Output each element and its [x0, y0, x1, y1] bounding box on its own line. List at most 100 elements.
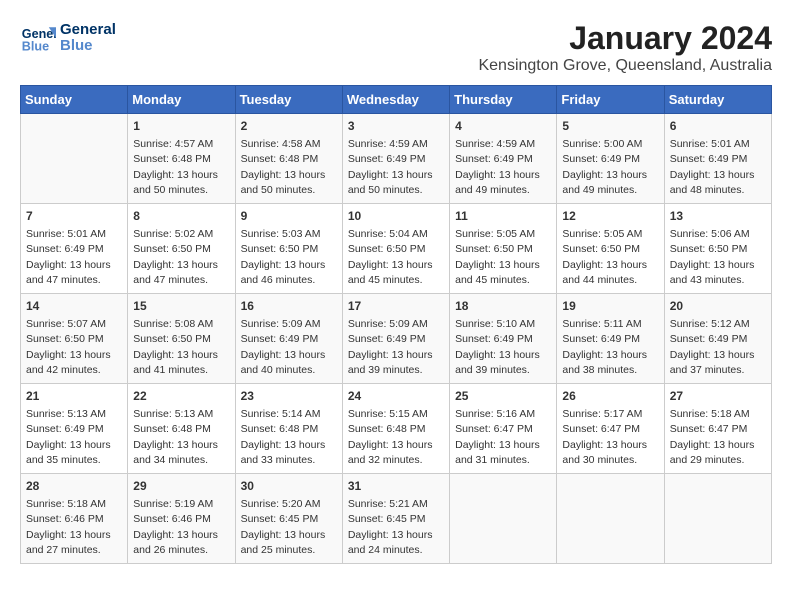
day-number: 28 — [26, 478, 122, 495]
weekday-header-wednesday: Wednesday — [342, 86, 449, 114]
calendar-cell: 25 Sunrise: 5:16 AMSunset: 6:47 PMDayligh… — [450, 384, 557, 474]
day-info: Sunrise: 5:11 AMSunset: 6:49 PMDaylight:… — [562, 318, 647, 376]
day-number: 20 — [670, 298, 766, 315]
day-number: 7 — [26, 208, 122, 225]
day-number: 12 — [562, 208, 658, 225]
weekday-header-friday: Friday — [557, 86, 664, 114]
logo: General Blue General Blue — [20, 20, 116, 56]
day-number: 5 — [562, 118, 658, 135]
day-info: Sunrise: 5:17 AMSunset: 6:47 PMDaylight:… — [562, 408, 647, 466]
logo-line1: General — [60, 22, 116, 39]
day-number: 2 — [241, 118, 337, 135]
day-info: Sunrise: 5:18 AMSunset: 6:46 PMDaylight:… — [26, 498, 111, 556]
day-info: Sunrise: 5:13 AMSunset: 6:49 PMDaylight:… — [26, 408, 111, 466]
day-number: 1 — [133, 118, 229, 135]
calendar-cell: 31 Sunrise: 5:21 AMSunset: 6:45 PMDayligh… — [342, 474, 449, 564]
day-info: Sunrise: 5:08 AMSunset: 6:50 PMDaylight:… — [133, 318, 218, 376]
weekday-header-tuesday: Tuesday — [235, 86, 342, 114]
day-number: 16 — [241, 298, 337, 315]
calendar-cell: 17Sunrise: 5:09 AMSunset: 6:49 PMDayligh… — [342, 294, 449, 384]
day-number: 19 — [562, 298, 658, 315]
calendar-cell — [664, 474, 771, 564]
day-number: 8 — [133, 208, 229, 225]
calendar-cell: 28 Sunrise: 5:18 AMSunset: 6:46 PMDayligh… — [21, 474, 128, 564]
day-info: Sunrise: 5:18 AMSunset: 6:47 PMDaylight:… — [670, 408, 755, 466]
day-number: 24 — [348, 388, 444, 405]
day-number: 11 — [455, 208, 551, 225]
day-info: Sunrise: 5:01 AMSunset: 6:49 PMDaylight:… — [26, 228, 111, 286]
calendar-body: 1 Sunrise: 4:57 AMSunset: 6:48 PMDaylight… — [21, 114, 772, 564]
day-number: 14 — [26, 298, 122, 315]
day-info: Sunrise: 4:59 AMSunset: 6:49 PMDaylight:… — [348, 138, 433, 196]
day-number: 15 — [133, 298, 229, 315]
calendar-week-1: 1 Sunrise: 4:57 AMSunset: 6:48 PMDaylight… — [21, 114, 772, 204]
day-number: 22 — [133, 388, 229, 405]
logo-line2: Blue — [60, 38, 116, 55]
calendar-week-4: 21 Sunrise: 5:13 AMSunset: 6:49 PMDayligh… — [21, 384, 772, 474]
day-info: Sunrise: 5:02 AMSunset: 6:50 PMDaylight:… — [133, 228, 218, 286]
day-info: Sunrise: 4:57 AMSunset: 6:48 PMDaylight:… — [133, 138, 218, 196]
day-info: Sunrise: 5:14 AMSunset: 6:48 PMDaylight:… — [241, 408, 326, 466]
calendar-cell: 22 Sunrise: 5:13 AMSunset: 6:48 PMDayligh… — [128, 384, 235, 474]
day-number: 10 — [348, 208, 444, 225]
calendar-cell: 26 Sunrise: 5:17 AMSunset: 6:47 PMDayligh… — [557, 384, 664, 474]
day-number: 17 — [348, 298, 444, 315]
day-info: Sunrise: 5:19 AMSunset: 6:46 PMDaylight:… — [133, 498, 218, 556]
day-number: 3 — [348, 118, 444, 135]
day-info: Sunrise: 5:00 AMSunset: 6:49 PMDaylight:… — [562, 138, 647, 196]
day-number: 9 — [241, 208, 337, 225]
day-number: 31 — [348, 478, 444, 495]
day-info: Sunrise: 5:05 AMSunset: 6:50 PMDaylight:… — [562, 228, 647, 286]
day-info: Sunrise: 5:20 AMSunset: 6:45 PMDaylight:… — [241, 498, 326, 556]
calendar-cell: 9 Sunrise: 5:03 AMSunset: 6:50 PMDaylight… — [235, 204, 342, 294]
day-number: 23 — [241, 388, 337, 405]
calendar-week-2: 7 Sunrise: 5:01 AMSunset: 6:49 PMDaylight… — [21, 204, 772, 294]
calendar-cell: 19 Sunrise: 5:11 AMSunset: 6:49 PMDayligh… — [557, 294, 664, 384]
weekday-header-saturday: Saturday — [664, 86, 771, 114]
day-info: Sunrise: 5:04 AMSunset: 6:50 PMDaylight:… — [348, 228, 433, 286]
day-number: 29 — [133, 478, 229, 495]
calendar-cell: 21 Sunrise: 5:13 AMSunset: 6:49 PMDayligh… — [21, 384, 128, 474]
calendar-cell: 16 Sunrise: 5:09 AMSunset: 6:49 PMDayligh… — [235, 294, 342, 384]
calendar-cell: 23 Sunrise: 5:14 AMSunset: 6:48 PMDayligh… — [235, 384, 342, 474]
day-number: 27 — [670, 388, 766, 405]
day-info: Sunrise: 5:13 AMSunset: 6:48 PMDaylight:… — [133, 408, 218, 466]
day-info: Sunrise: 5:05 AMSunset: 6:50 PMDaylight:… — [455, 228, 540, 286]
day-number: 18 — [455, 298, 551, 315]
logo-icon: General Blue — [20, 20, 56, 56]
calendar-cell: 24Sunrise: 5:15 AMSunset: 6:48 PMDayligh… — [342, 384, 449, 474]
day-info: Sunrise: 5:21 AMSunset: 6:45 PMDaylight:… — [348, 498, 433, 556]
calendar-cell: 4Sunrise: 4:59 AMSunset: 6:49 PMDaylight… — [450, 114, 557, 204]
day-number: 4 — [455, 118, 551, 135]
day-number: 21 — [26, 388, 122, 405]
day-number: 30 — [241, 478, 337, 495]
weekday-header-monday: Monday — [128, 86, 235, 114]
calendar-table: SundayMondayTuesdayWednesdayThursdayFrid… — [20, 85, 772, 564]
calendar-header-row: SundayMondayTuesdayWednesdayThursdayFrid… — [21, 86, 772, 114]
day-number: 13 — [670, 208, 766, 225]
day-info: Sunrise: 5:16 AMSunset: 6:47 PMDaylight:… — [455, 408, 540, 466]
calendar-cell: 29 Sunrise: 5:19 AMSunset: 6:46 PMDayligh… — [128, 474, 235, 564]
day-number: 26 — [562, 388, 658, 405]
calendar-cell: 5 Sunrise: 5:00 AMSunset: 6:49 PMDaylight… — [557, 114, 664, 204]
day-number: 6 — [670, 118, 766, 135]
calendar-cell: 3 Sunrise: 4:59 AMSunset: 6:49 PMDaylight… — [342, 114, 449, 204]
calendar-cell: 13Sunrise: 5:06 AMSunset: 6:50 PMDayligh… — [664, 204, 771, 294]
calendar-cell — [21, 114, 128, 204]
calendar-cell: 11 Sunrise: 5:05 AMSunset: 6:50 PMDayligh… — [450, 204, 557, 294]
calendar-cell — [557, 474, 664, 564]
day-info: Sunrise: 5:09 AMSunset: 6:49 PMDaylight:… — [241, 318, 326, 376]
calendar-cell: 18 Sunrise: 5:10 AMSunset: 6:49 PMDayligh… — [450, 294, 557, 384]
main-title: January 2024 — [478, 20, 772, 57]
day-info: Sunrise: 5:03 AMSunset: 6:50 PMDaylight:… — [241, 228, 326, 286]
day-info: Sunrise: 5:10 AMSunset: 6:49 PMDaylight:… — [455, 318, 540, 376]
calendar-cell: 10 Sunrise: 5:04 AMSunset: 6:50 PMDayligh… — [342, 204, 449, 294]
calendar-cell — [450, 474, 557, 564]
calendar-cell: 15 Sunrise: 5:08 AMSunset: 6:50 PMDayligh… — [128, 294, 235, 384]
calendar-week-5: 28 Sunrise: 5:18 AMSunset: 6:46 PMDayligh… — [21, 474, 772, 564]
calendar-cell: 27 Sunrise: 5:18 AMSunset: 6:47 PMDayligh… — [664, 384, 771, 474]
calendar-cell: 2Sunrise: 4:58 AMSunset: 6:48 PMDaylight… — [235, 114, 342, 204]
calendar-cell: 20Sunrise: 5:12 AMSunset: 6:49 PMDayligh… — [664, 294, 771, 384]
calendar-cell: 1 Sunrise: 4:57 AMSunset: 6:48 PMDaylight… — [128, 114, 235, 204]
day-number: 25 — [455, 388, 551, 405]
